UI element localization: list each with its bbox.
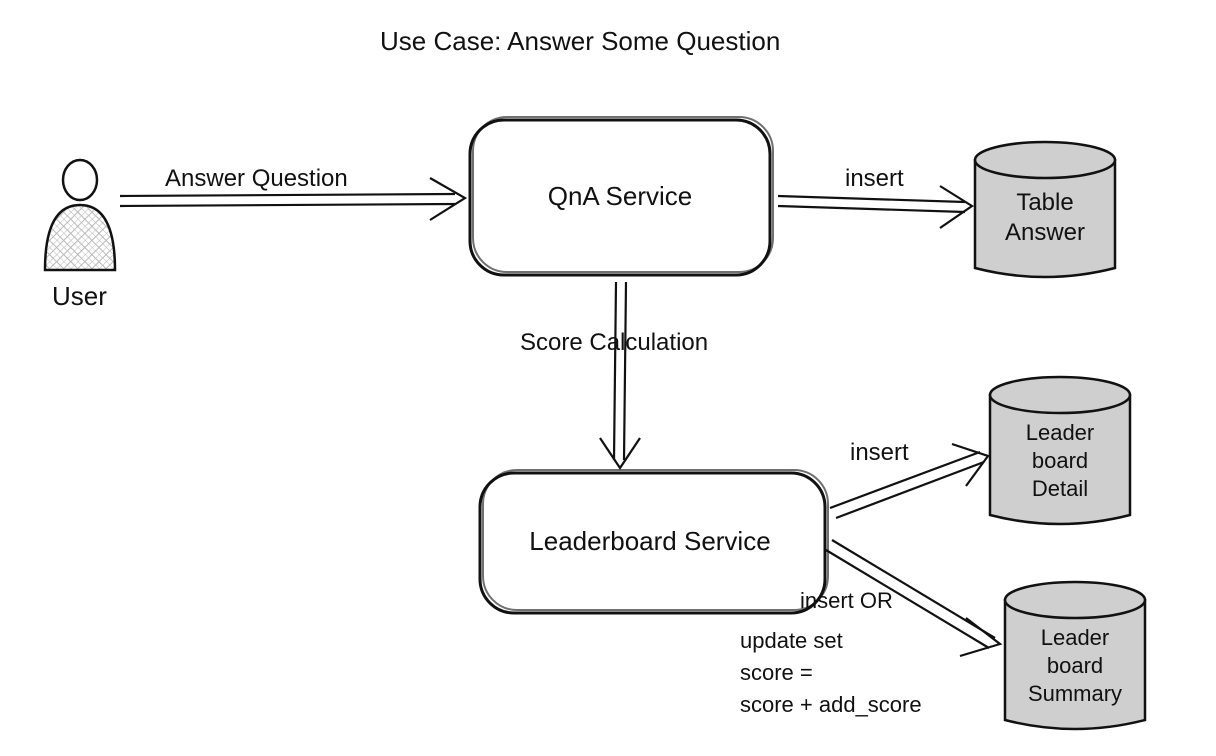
db-answer-line1: Table	[1016, 189, 1073, 216]
arrow-leader-to-summary-l4: score + add_score	[740, 692, 922, 717]
arrow-leader-to-summary-l3: score =	[740, 660, 813, 685]
db-summary-line1: Leader	[1041, 625, 1110, 650]
node-leaderboard-service: Leaderboard Service	[480, 470, 828, 613]
db-answer-line2: Answer	[1005, 219, 1085, 246]
arrow-leader-to-summary-l2: update set	[740, 628, 843, 653]
arrow-qna-to-answer-label: insert	[845, 165, 904, 192]
db-detail-line1: Leader	[1026, 420, 1095, 445]
actor-user: User	[45, 160, 115, 311]
diagram-title: Use Case: Answer Some Question	[380, 26, 780, 56]
db-leaderboard-detail: Leader board Detail	[990, 377, 1130, 524]
arrow-qna-to-answer: insert	[778, 165, 972, 228]
db-summary-line3: Summary	[1028, 681, 1122, 706]
arrow-leader-to-summary-l1: insert OR	[800, 588, 893, 613]
node-leaderboard-label: Leaderboard Service	[529, 526, 770, 556]
arrow-leader-to-detail-label: insert	[850, 439, 909, 466]
arrow-qna-to-leaderboard: Score Calculation	[520, 282, 708, 468]
arrow-user-to-qna: Answer Question	[120, 165, 465, 220]
db-table-answer: Table Answer	[975, 142, 1115, 277]
arrow-leader-to-detail: insert	[830, 439, 988, 518]
arrow-user-to-qna-label: Answer Question	[165, 165, 348, 192]
db-summary-line2: board	[1047, 653, 1103, 678]
arrow-qna-to-leader-label: Score Calculation	[520, 329, 708, 356]
node-qna-label: QnA Service	[548, 181, 693, 211]
node-qna-service: QnA Service	[470, 117, 773, 275]
db-detail-line2: board	[1032, 448, 1088, 473]
actor-user-label: User	[52, 281, 107, 311]
db-detail-line3: Detail	[1032, 476, 1088, 501]
diagram-canvas: Use Case: Answer Some Question User QnA …	[0, 0, 1216, 756]
db-leaderboard-summary: Leader board Summary	[1005, 582, 1145, 729]
